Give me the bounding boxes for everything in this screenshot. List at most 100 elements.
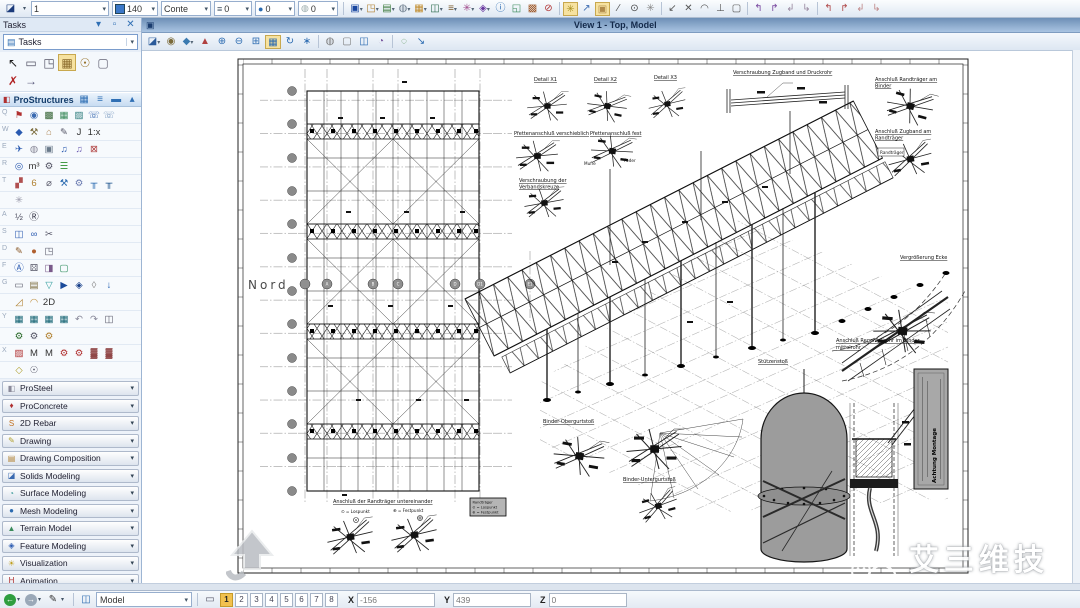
target-tool-icon[interactable]: ◎ (12, 160, 26, 173)
accudraw-icon[interactable]: ↗ (579, 2, 594, 16)
model-selector[interactable]: Model ▾ (96, 592, 192, 607)
modify-tool-icon[interactable]: ⚒ (27, 126, 41, 139)
keypoint-snap-icon[interactable]: ✳ (643, 2, 658, 16)
view-toggle-8[interactable]: 8 (325, 593, 338, 607)
dropdown-caret[interactable]: ▾ (360, 7, 363, 13)
models-icon[interactable]: ▦▾ (413, 2, 428, 16)
model-selector-caret[interactable]: ▾ (184, 596, 188, 604)
machine-config-3-icon[interactable]: ⚙ (42, 330, 56, 343)
close-icon[interactable]: ✕ (123, 18, 138, 32)
connection-icon[interactable]: ☏ (87, 109, 101, 122)
pin-icon[interactable]: ▫ (107, 18, 122, 32)
fit-view-icon[interactable]: ▦ (265, 35, 281, 49)
view-groups-icon[interactable]: ▭ (203, 593, 217, 607)
copy-view-icon[interactable]: ◌ (396, 35, 412, 49)
rotate-view-icon[interactable]: ↻ (282, 35, 298, 49)
color-caret[interactable]: ▾ (151, 5, 155, 13)
forward-icon[interactable]: → (25, 594, 37, 606)
line-weight-caret[interactable]: ▾ (245, 5, 249, 13)
measure-arc-icon[interactable]: ◠ (27, 296, 41, 309)
pipe-fitting-alt-icon[interactable]: ╥ (102, 177, 116, 190)
camera-view-icon[interactable]: ▣ (42, 143, 56, 156)
remove-box-icon[interactable]: ⊠ (87, 143, 101, 156)
dropdown-caret[interactable]: ▾ (454, 7, 457, 13)
undo-small-icon[interactable]: ↶ (72, 313, 86, 326)
section-solids-modeling[interactable]: ◪Solids Modeling▾ (2, 469, 139, 484)
chevron-down-icon[interactable]: ▾ (130, 402, 134, 410)
home-frame-icon[interactable]: ⌂ (42, 126, 56, 139)
notes-icon[interactable]: ♫ (57, 143, 71, 156)
detail-style-3-icon[interactable]: ▦ (42, 313, 56, 326)
center-snap-icon[interactable]: ⊙ (627, 2, 642, 16)
redo-icon[interactable]: ↱ (837, 2, 852, 16)
joint-tool-icon[interactable]: J (72, 126, 86, 139)
section-surface-modeling[interactable]: ◔Surface Modeling▾ (2, 486, 139, 501)
priority-caret[interactable]: ▾ (331, 5, 335, 13)
tasks-dropdown-caret[interactable]: ▾ (126, 38, 134, 46)
accusnap-toggle-icon[interactable]: ✳ (563, 2, 578, 16)
view-toggle-5[interactable]: 5 (280, 593, 293, 607)
monitor-icon[interactable]: ▭ (12, 279, 26, 292)
tasks-panel-header[interactable]: Tasks ▾▫✕ (0, 18, 141, 32)
vertical-scrollbar[interactable] (1072, 50, 1080, 583)
view-flyover-icon[interactable]: ▢ (339, 35, 355, 49)
machine-config-2-icon[interactable]: ⚙ (27, 330, 41, 343)
section-visualization[interactable]: ☀Visualization▾ (2, 556, 139, 571)
forward-caret[interactable]: ▾ (38, 596, 45, 603)
detail-style-4-icon[interactable]: ▦ (57, 313, 71, 326)
line-weight-combo[interactable]: ≡ 0 ▾ (214, 1, 252, 16)
section-feature-modeling[interactable]: ◈Feature Modeling▾ (2, 539, 139, 554)
level-display-icon[interactable]: ≡▾ (445, 2, 460, 16)
chevron-down-icon[interactable]: ▾ (130, 489, 134, 497)
section-drawing-composition[interactable]: ▤Drawing Composition▾ (2, 451, 139, 466)
notes-alt-icon[interactable]: ♫ (72, 143, 86, 156)
view-title-bar[interactable]: ▣ View 1 - Top, Model (142, 18, 1080, 33)
color-combo[interactable]: 140 ▾ (112, 1, 158, 16)
level-caret[interactable]: ▾ (102, 5, 106, 13)
cube-stack-icon[interactable]: ◈ (72, 279, 86, 292)
section-drawing[interactable]: ✎Drawing▾ (2, 434, 139, 449)
active-pen-table-icon[interactable]: ◪ (3, 2, 18, 16)
redo-small-icon[interactable]: ↷ (87, 313, 101, 326)
transparency-caret[interactable]: ▾ (288, 5, 292, 13)
dice-numbering-icon[interactable]: ⚄ (27, 262, 41, 275)
references-icon[interactable]: ◫▾ (429, 2, 444, 16)
view-toggle-4[interactable]: 4 (265, 593, 278, 607)
auxiliary-coordinates-icon[interactable]: ◱ (509, 2, 524, 16)
view-window-icon[interactable]: ▣ (146, 20, 155, 31)
icon-view-detail[interactable]: ▬ (109, 93, 124, 107)
collapse-panel-icon[interactable]: ▴ (125, 93, 140, 107)
protractor-icon[interactable]: ◿ (12, 296, 26, 309)
dropdown-caret[interactable]: ▾ (487, 7, 490, 13)
tool-boxes-icon[interactable]: ✳▾ (461, 2, 476, 16)
2d-mode-icon[interactable]: 2D (42, 296, 56, 309)
zoom-in-icon[interactable]: ⊕ (214, 35, 230, 49)
camera-lock-icon[interactable]: ◨ (42, 262, 56, 275)
level-combo[interactable]: 1 ▾ (31, 1, 109, 16)
fence-from-view-icon[interactable]: ◳ (40, 55, 58, 72)
dropdown-caret[interactable]: ▾ (424, 7, 427, 13)
print-icon[interactable]: ◍▾ (397, 2, 412, 16)
transparency-combo[interactable]: ● 0 ▾ (255, 1, 295, 16)
intersection-snap-icon[interactable]: ✕ (681, 2, 696, 16)
section-proconcrete[interactable]: ♦ProConcrete▾ (2, 399, 139, 414)
tag-tool-icon[interactable]: ◇ (12, 364, 26, 377)
weld-point-icon[interactable]: ✳ (12, 194, 26, 207)
catalog-1-icon[interactable]: ▓ (87, 347, 101, 360)
zoom-out-icon[interactable]: ⊖ (231, 35, 247, 49)
fence-icon[interactable]: ▭ (22, 55, 40, 72)
paint-bucket-icon[interactable]: ▨ (12, 347, 26, 360)
revision-icon[interactable]: Ⓡ (27, 211, 41, 224)
flag-tool-icon[interactable]: ⚑ (12, 109, 26, 122)
design-history-icon[interactable]: ▣▾ (349, 2, 364, 16)
drawing-view-canvas[interactable]: A B C D D1 E1 Nord (142, 51, 1080, 584)
cells-icon[interactable]: ◈▾ (477, 2, 492, 16)
chain-icon[interactable]: ∞ (27, 228, 41, 241)
connection-alt-icon[interactable]: ☏ (102, 109, 116, 122)
annotate-tool-icon[interactable]: Ⓐ (12, 262, 26, 275)
view-toggle-1[interactable]: 1 (220, 593, 233, 607)
shape-tool-icon[interactable]: ◆ (12, 126, 26, 139)
view-toggle-6[interactable]: 6 (295, 593, 308, 607)
midpoint-snap-icon[interactable]: ↙ (665, 2, 680, 16)
user-settings-icon[interactable]: ☉ (27, 364, 41, 377)
